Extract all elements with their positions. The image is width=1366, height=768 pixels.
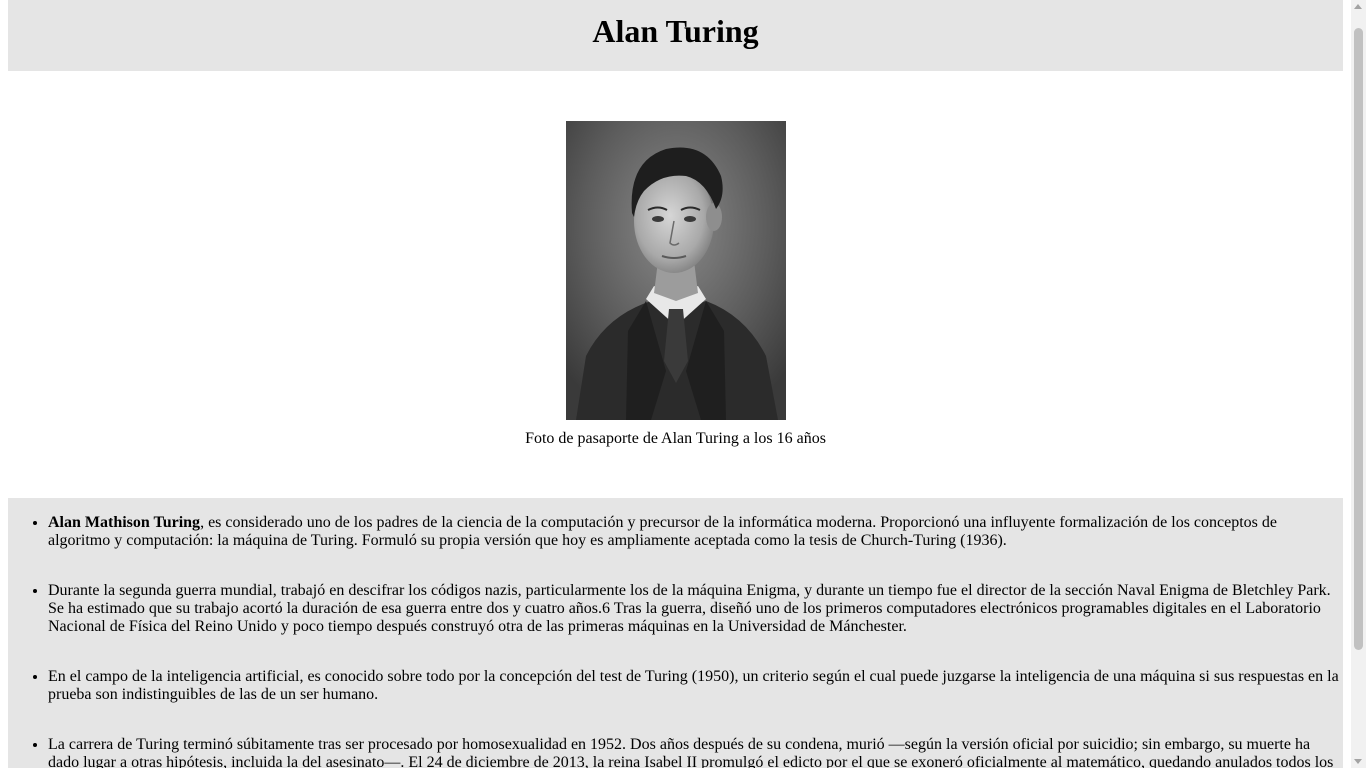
bio-text: , es considerado uno de los padres de la…: [48, 514, 1278, 549]
page: Alan Turing Foto de pasaporte de Alan Tu…: [8, 0, 1343, 768]
list-item: La carrera de Turing terminó súbitamente…: [48, 736, 1343, 768]
list-item: En el campo de la inteligencia artificia…: [48, 668, 1343, 704]
scroll-down-icon[interactable]: [1354, 759, 1362, 764]
page-title: Alan Turing: [592, 13, 759, 49]
photo-caption: Foto de pasaporte de Alan Turing a los 1…: [525, 430, 826, 447]
bio-text: La carrera de Turing terminó súbitamente…: [48, 736, 1334, 768]
list-item: Durante la segunda guerra mundial, traba…: [48, 582, 1343, 636]
bio-text: Durante la segunda guerra mundial, traba…: [48, 582, 1331, 635]
bio-text: En el campo de la inteligencia artificia…: [48, 668, 1339, 703]
vertical-scrollbar[interactable]: [1351, 0, 1366, 768]
scroll-up-icon[interactable]: [1354, 4, 1362, 9]
portrait-image: [566, 121, 786, 420]
scrollbar-thumb[interactable]: [1354, 28, 1363, 650]
portrait-photo: [566, 121, 786, 420]
bio-name: Alan Mathison Turing: [48, 514, 201, 531]
list-item: Alan Mathison Turing, es considerado uno…: [48, 514, 1343, 550]
bio-list: Alan Mathison Turing, es considerado uno…: [8, 498, 1343, 768]
title-bar: Alan Turing: [8, 0, 1343, 71]
biography: Alan Mathison Turing, es considerado uno…: [8, 498, 1343, 768]
figure: Foto de pasaporte de Alan Turing a los 1…: [8, 71, 1343, 498]
